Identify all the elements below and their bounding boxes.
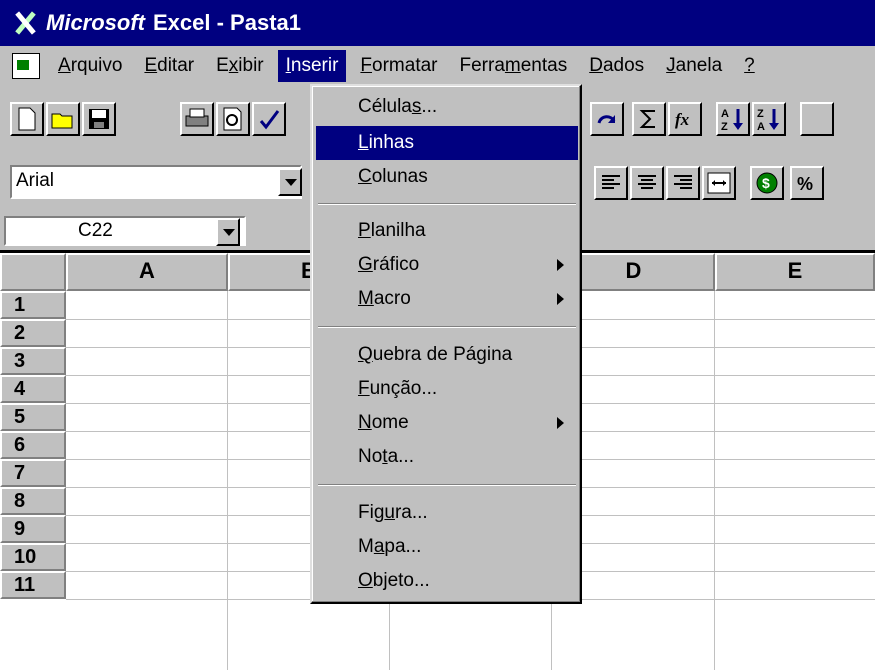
menu-item-nome[interactable]: Nome	[316, 406, 578, 440]
name-box-value: C22	[78, 220, 113, 241]
font-dropdown-button[interactable]	[278, 168, 302, 196]
save-icon[interactable]	[82, 102, 116, 136]
insert-menu-dropdown: Células... Linhas Colunas Planilha Gráfi…	[310, 84, 582, 604]
excel-app-icon[interactable]	[10, 8, 40, 38]
menu-item-linhas[interactable]: Linhas	[316, 126, 578, 160]
menu-separator	[318, 203, 576, 205]
menu-ajuda[interactable]: ?	[736, 50, 763, 82]
open-folder-icon[interactable]	[46, 102, 80, 136]
menu-item-objeto[interactable]: Objeto...	[316, 564, 578, 598]
menu-item-colunas[interactable]: Colunas	[316, 160, 578, 194]
row-header-4[interactable]: 4	[0, 375, 66, 403]
align-left-icon[interactable]	[594, 166, 628, 200]
menu-inserir[interactable]: Inserir	[277, 50, 347, 82]
menu-editar[interactable]: Editar	[136, 50, 202, 82]
title-brand: Microsoft	[46, 10, 145, 35]
align-center-icon[interactable]	[630, 166, 664, 200]
menu-ferramentas[interactable]: Ferramentas	[452, 50, 576, 82]
column-header-a[interactable]: A	[66, 253, 228, 291]
sort-ascending-icon[interactable]: AZ	[716, 102, 750, 136]
menu-item-grafico[interactable]: Gráfico	[316, 248, 578, 282]
font-name-value: Arial	[16, 170, 55, 191]
name-box[interactable]: C22	[4, 216, 246, 246]
svg-text:A: A	[721, 108, 729, 120]
redo-icon[interactable]	[590, 102, 624, 136]
submenu-arrow-icon	[557, 293, 564, 305]
svg-text:A: A	[757, 121, 765, 132]
submenu-arrow-icon	[557, 259, 564, 271]
row-header-3[interactable]: 3	[0, 347, 66, 375]
menu-item-nota[interactable]: Nota...	[316, 440, 578, 474]
menu-item-celulas[interactable]: Células...	[316, 90, 578, 124]
svg-text:$: $	[762, 175, 770, 191]
submenu-arrow-icon	[557, 417, 564, 429]
select-all-corner[interactable]	[0, 253, 66, 291]
spelling-icon[interactable]	[252, 102, 286, 136]
menu-arquivo[interactable]: Arquivo	[50, 50, 130, 82]
row-header-1[interactable]: 1	[0, 291, 66, 319]
svg-text:fx: fx	[675, 110, 690, 129]
row-header-8[interactable]: 8	[0, 487, 66, 515]
align-right-icon[interactable]	[666, 166, 700, 200]
row-header-5[interactable]: 5	[0, 403, 66, 431]
menu-item-funcao[interactable]: Função...	[316, 372, 578, 406]
row-header-10[interactable]: 10	[0, 543, 66, 571]
excel-window: Microsoft Excel - Pasta1 Arquivo Editar …	[0, 0, 875, 670]
row-header-9[interactable]: 9	[0, 515, 66, 543]
svg-text:Z: Z	[721, 121, 728, 132]
chart-wizard-icon[interactable]	[800, 102, 834, 136]
row-header-11[interactable]: 11	[0, 571, 66, 599]
menu-item-figura[interactable]: Figura...	[316, 496, 578, 530]
currency-style-icon[interactable]: $	[750, 166, 784, 200]
menu-separator	[318, 326, 576, 328]
menu-separator	[318, 484, 576, 486]
menu-item-mapa[interactable]: Mapa...	[316, 530, 578, 564]
row-header-7[interactable]: 7	[0, 459, 66, 487]
gridline	[227, 291, 228, 670]
window-title: Excel - Pasta1	[153, 10, 301, 35]
autosum-icon[interactable]	[632, 102, 666, 136]
function-wizard-icon[interactable]: fx	[668, 102, 702, 136]
svg-text:%: %	[797, 174, 813, 194]
menu-exibir[interactable]: Exibir	[208, 50, 272, 82]
merge-center-icon[interactable]	[702, 166, 736, 200]
svg-text:Z: Z	[757, 108, 764, 120]
new-icon[interactable]	[10, 102, 44, 136]
title-bar[interactable]: Microsoft Excel - Pasta1	[0, 0, 875, 46]
font-name-box[interactable]: Arial	[10, 165, 302, 199]
menu-item-planilha[interactable]: Planilha	[316, 214, 578, 248]
row-header-6[interactable]: 6	[0, 431, 66, 459]
print-icon[interactable]	[180, 102, 214, 136]
menu-dados[interactable]: Dados	[581, 50, 652, 82]
percent-style-icon[interactable]: %	[790, 166, 824, 200]
menu-bar: Arquivo Editar Exibir Inserir Formatar F…	[0, 46, 875, 86]
print-preview-icon[interactable]	[216, 102, 250, 136]
menu-janela[interactable]: Janela	[658, 50, 730, 82]
gridline	[714, 291, 715, 670]
column-header-e[interactable]: E	[715, 253, 875, 291]
document-icon[interactable]	[12, 53, 40, 79]
menu-item-macro[interactable]: Macro	[316, 282, 578, 316]
menu-formatar[interactable]: Formatar	[352, 50, 445, 82]
name-box-dropdown-button[interactable]	[216, 218, 240, 246]
menu-item-quebra-de-pagina[interactable]: Quebra de Página	[316, 338, 578, 372]
sort-descending-icon[interactable]: ZA	[752, 102, 786, 136]
row-header-2[interactable]: 2	[0, 319, 66, 347]
